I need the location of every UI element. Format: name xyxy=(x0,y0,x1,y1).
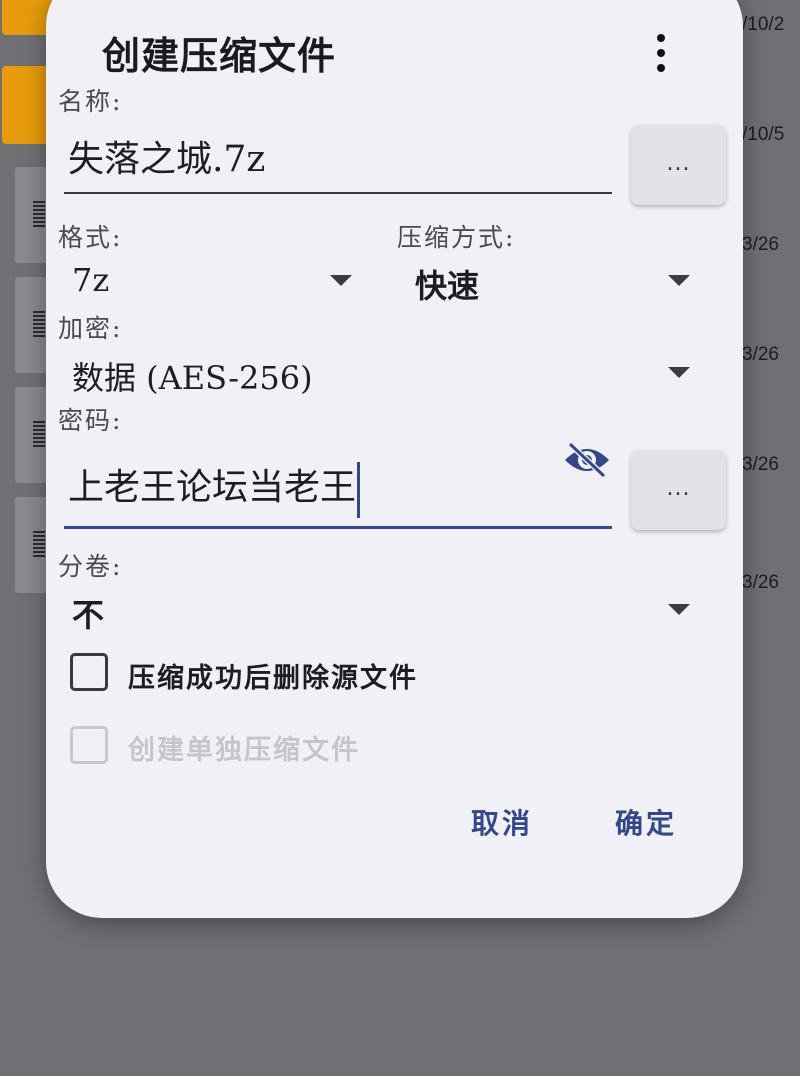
compression-method-select[interactable]: 快速 xyxy=(415,261,705,305)
file-date: /10/2 xyxy=(742,14,785,35)
file-date: 3/26 xyxy=(742,234,779,255)
eye-off-icon[interactable] xyxy=(562,440,612,480)
file-date: 3/26 xyxy=(742,344,779,365)
chevron-down-icon xyxy=(330,275,352,286)
browse-button[interactable]: ... xyxy=(631,125,726,205)
compression-method-label: 压缩方式: xyxy=(397,223,516,252)
compression-method-value: 快速 xyxy=(415,267,480,305)
create-archive-dialog: 创建压缩文件 名称: 失落之城.7z ... 格式: 压缩方式: 7z 快速 加… xyxy=(46,0,743,918)
file-date: /10/5 xyxy=(742,124,785,145)
chevron-down-icon xyxy=(668,275,690,286)
password-value: 上老王论坛当老王 xyxy=(68,467,357,508)
ok-button[interactable]: 确定 xyxy=(615,802,677,842)
split-volume-value: 不 xyxy=(72,596,105,634)
delete-after-compress-checkbox[interactable] xyxy=(70,653,108,691)
file-date: 3/26 xyxy=(742,572,779,593)
format-select[interactable]: 7z xyxy=(72,261,362,305)
password-options-label: ... xyxy=(666,476,691,501)
text-cursor xyxy=(357,462,361,518)
file-date: 3/26 xyxy=(742,454,779,475)
separate-archive-checkbox[interactable] xyxy=(70,726,108,764)
more-vertical-icon[interactable] xyxy=(649,32,673,76)
password-options-button[interactable]: ... xyxy=(631,450,726,530)
encryption-label: 加密: xyxy=(58,314,123,343)
password-label: 密码: xyxy=(58,406,123,435)
encryption-select[interactable]: 数据 (AES-256) xyxy=(72,353,705,397)
dialog-title: 创建压缩文件 xyxy=(102,33,337,78)
password-input[interactable]: 上老王论坛当老王 xyxy=(64,450,612,529)
cancel-button[interactable]: 取消 xyxy=(471,802,533,842)
delete-after-compress-label: 压缩成功后删除源文件 xyxy=(128,663,418,694)
separate-archive-label: 创建单独压缩文件 xyxy=(128,735,360,766)
format-label: 格式: xyxy=(58,223,123,252)
browse-button-label: ... xyxy=(666,151,691,176)
format-value: 7z xyxy=(72,261,110,299)
chevron-down-icon xyxy=(668,604,690,615)
archive-name-input[interactable]: 失落之城.7z xyxy=(64,120,612,194)
split-volume-select[interactable]: 不 xyxy=(72,590,705,634)
archive-name-value: 失落之城.7z xyxy=(68,139,266,180)
encryption-value: 数据 (AES-256) xyxy=(72,359,313,397)
name-label: 名称: xyxy=(58,87,123,116)
split-label: 分卷: xyxy=(58,552,123,581)
chevron-down-icon xyxy=(668,367,690,378)
